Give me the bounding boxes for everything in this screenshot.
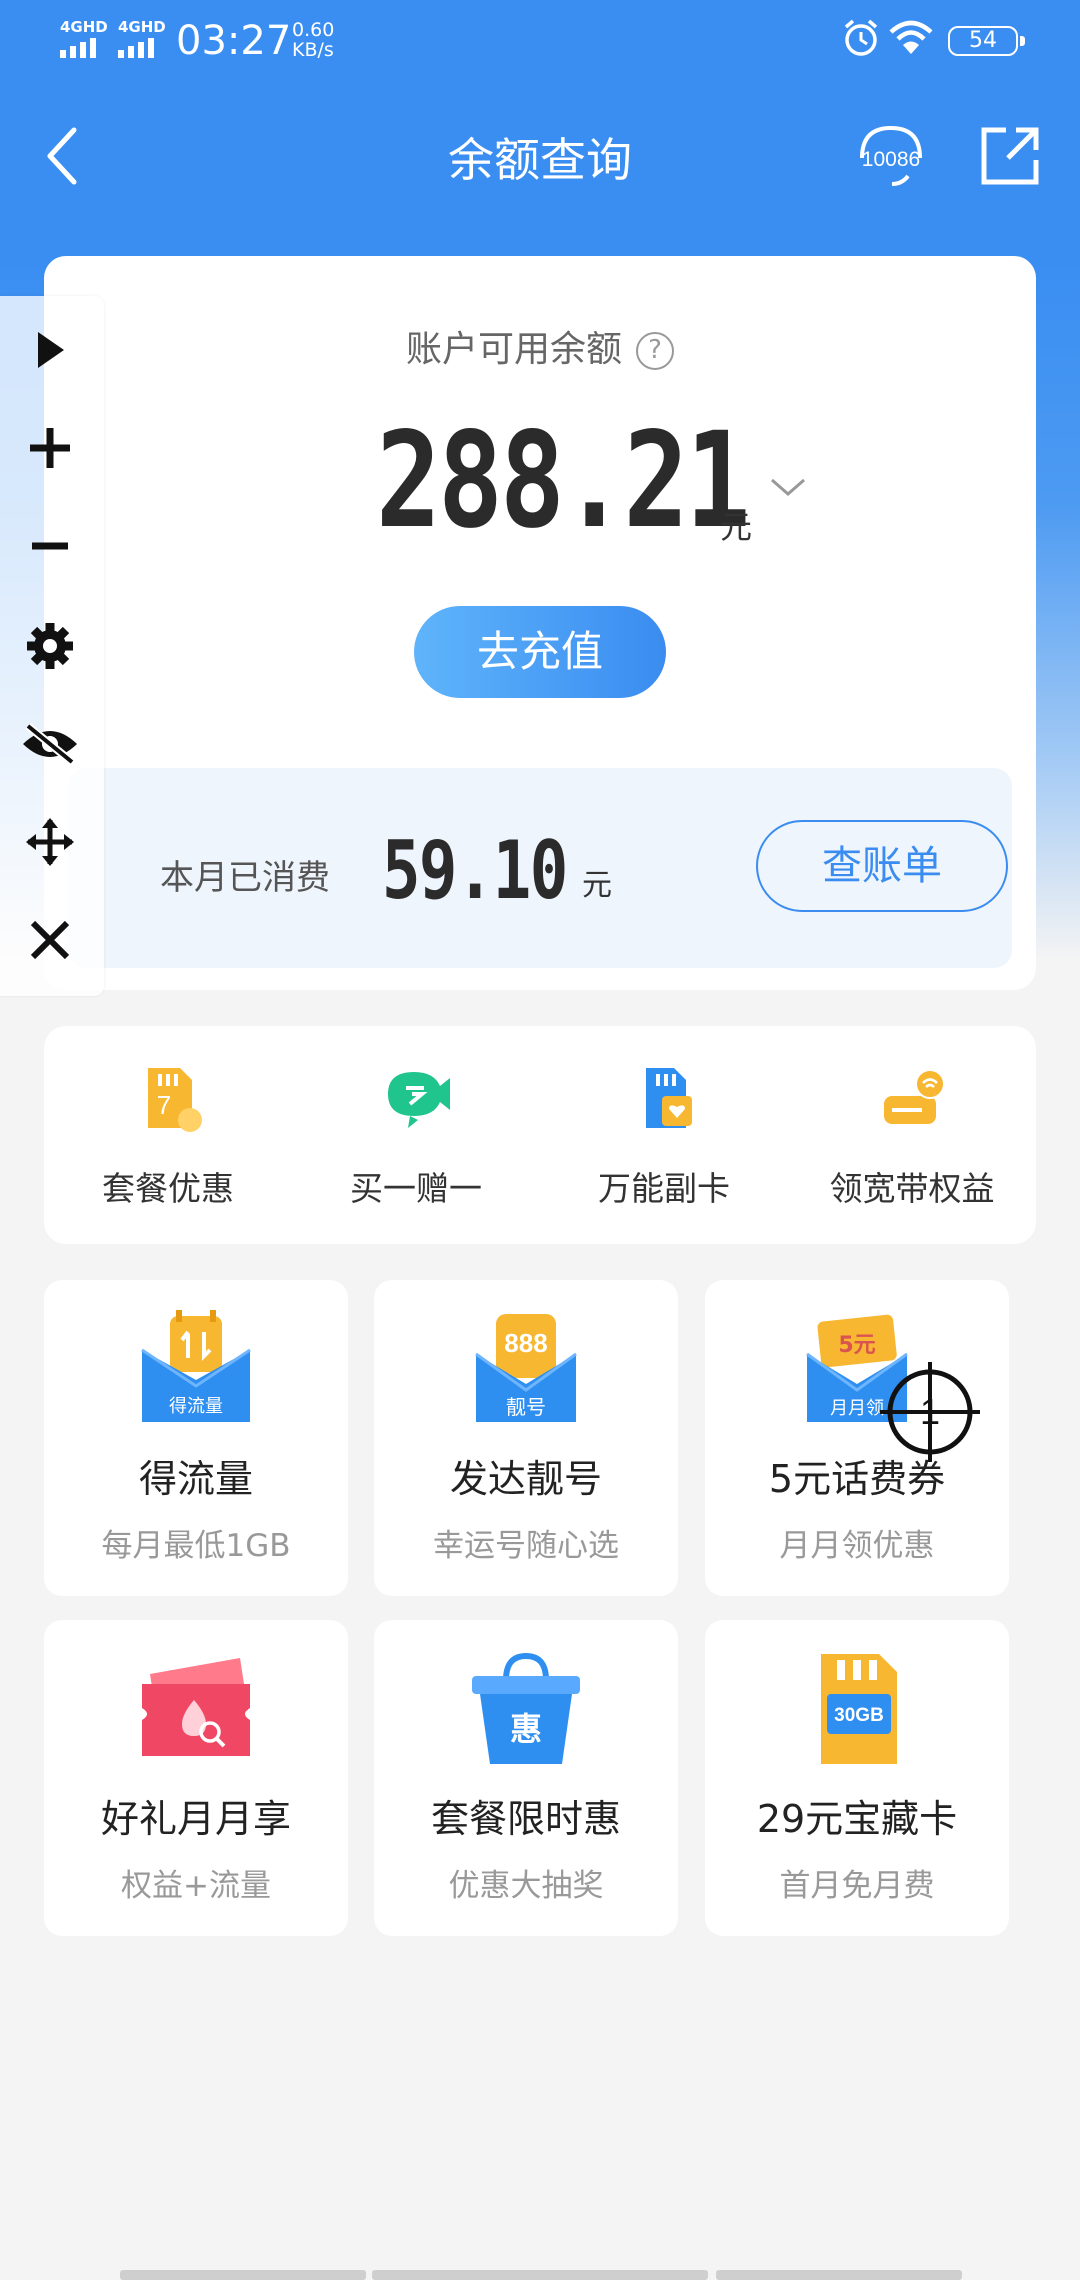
quick-link-broadband-rights[interactable]: 领宽带权益: [788, 1026, 1036, 1244]
tile-title: 发达靓号: [449, 1457, 602, 1501]
share-arrow-icon: [1006, 127, 1039, 160]
sim-discount-badge: 7: [157, 1090, 171, 1120]
move-arrows-icon: [26, 818, 74, 866]
tile-icon-text: 靓号: [506, 1395, 546, 1419]
zoom-in-button[interactable]: [18, 416, 82, 480]
broadband-router-icon: [884, 1069, 945, 1124]
tile-subtitle: 首月免月费: [779, 1868, 935, 1904]
tile-get-data[interactable]: 得流量 得流量 每月最低1GB: [44, 1280, 348, 1596]
tile-title: 好礼月月享: [100, 1797, 291, 1841]
view-bill-button[interactable]: 查账单: [756, 820, 1008, 912]
hotline-number: 10086: [862, 148, 920, 171]
quick-links-panel: 7 套餐优惠 买一赠一 万能副卡 领宽带权益: [44, 1026, 1036, 1244]
battery-indicator: 54: [948, 26, 1025, 56]
tile-subtitle: 每月最低1GB: [101, 1528, 291, 1564]
data-envelope-icon: 得流量: [141, 1310, 251, 1422]
quick-link-package-discount[interactable]: 7 套餐优惠: [44, 1026, 292, 1244]
lucky-number-icon: 888 靓号: [475, 1314, 577, 1422]
monthly-spend-unit: 元: [582, 868, 612, 903]
quick-link-label: 领宽带权益: [829, 1169, 995, 1208]
gesture-bar-right: [716, 2270, 962, 2280]
hide-button[interactable]: [18, 712, 82, 776]
balance-label: 账户可用余额: [405, 329, 622, 370]
tile-monthly-gifts[interactable]: 好礼月月享 权益+流量: [44, 1620, 348, 1936]
gift-fish-icon: [388, 1072, 450, 1128]
tile-subtitle: 权益+流量: [121, 1868, 271, 1904]
tile-title: 29元宝藏卡: [756, 1797, 958, 1841]
sim-heart-icon: [646, 1068, 692, 1128]
eye-off-icon: [23, 722, 77, 766]
zoom-out-button[interactable]: [18, 514, 82, 578]
help-icon[interactable]: ?: [636, 332, 674, 370]
tile-icon-text: 惠: [510, 1710, 542, 1748]
clock: 03:27: [176, 18, 292, 64]
tile-limited-package[interactable]: 惠 套餐限时惠 优惠大抽奖: [374, 1620, 678, 1936]
move-button[interactable]: [18, 810, 82, 874]
plus-icon: [30, 428, 70, 468]
signal-2-type: 4GHD: [118, 18, 166, 36]
customer-service-button[interactable]: 10086: [852, 122, 930, 192]
signal-1-icon: [60, 38, 96, 58]
close-icon: [30, 920, 70, 960]
share-button[interactable]: [978, 124, 1042, 188]
floating-toolbar: [0, 296, 104, 996]
tile-icon-badge: 888: [504, 1328, 547, 1358]
tile-title: 套餐限时惠: [430, 1797, 621, 1841]
monthly-spend-amount: 59.10: [382, 824, 568, 917]
quick-link-label: 万能副卡: [598, 1169, 730, 1208]
balance-amount: 288.21: [376, 404, 751, 558]
tile-subtitle: 幸运号随心选: [433, 1528, 619, 1564]
balance-unit: 元: [720, 508, 753, 546]
shopping-basket-icon: 惠: [472, 1652, 580, 1764]
settings-button[interactable]: [18, 614, 82, 678]
touch-crosshair-icon: 1: [880, 1362, 980, 1462]
recharge-button[interactable]: 去充值: [414, 606, 666, 698]
gesture-bar-center: [372, 2270, 708, 2280]
sim-discount-icon: 7: [148, 1068, 202, 1132]
tile-icon-text: 得流量: [169, 1396, 223, 1417]
minus-icon: [32, 542, 68, 550]
quick-link-buy-one-get-one[interactable]: 买一赠一: [292, 1026, 540, 1244]
tile-icon-text: 30GB: [834, 1705, 884, 1726]
tile-title: 得流量: [138, 1457, 253, 1501]
network-speed-value: 0.60: [292, 19, 335, 41]
gear-icon: [27, 623, 73, 669]
monthly-spend-panel: 本月已消费 59.10 元 查账单: [68, 768, 1012, 968]
play-button[interactable]: [18, 318, 82, 382]
chevron-down-icon[interactable]: [768, 474, 808, 502]
network-speed-unit: KB/s: [292, 39, 334, 61]
tile-subtitle: 优惠大抽奖: [448, 1868, 604, 1904]
quick-link-universal-sub-card[interactable]: 万能副卡: [540, 1026, 788, 1244]
monthly-spend-label: 本月已消费: [160, 858, 330, 898]
tile-icon-badge: 5元: [838, 1333, 875, 1358]
quick-link-label: 买一赠一: [350, 1169, 482, 1208]
gift-ticket-icon: [142, 1658, 250, 1756]
headset-icon: 10086: [860, 125, 922, 186]
network-speed: 0.60 KB/s: [292, 20, 334, 60]
tile-subtitle: 月月领优惠: [779, 1528, 935, 1564]
app-header: 余额查询 10086: [0, 100, 1080, 210]
status-bar: 4GHD 4GHD 03:27 0.60 KB/s 54: [0, 0, 1080, 90]
tile-icon-text: 月月领: [830, 1398, 884, 1419]
signal-2-icon: [118, 38, 154, 58]
quick-link-label: 套餐优惠: [102, 1169, 234, 1208]
balance-card: 账户可用余额? 288.21 元 去充值 本月已消费 59.10 元 查账单: [44, 256, 1036, 990]
alarm-icon: [844, 19, 878, 56]
close-toolbar-button[interactable]: [18, 908, 82, 972]
tile-29-yuan-card[interactable]: 30GB 29元宝藏卡 首月免月费: [705, 1620, 1009, 1936]
wifi-icon: [889, 20, 933, 54]
sim-30gb-icon: 30GB: [821, 1654, 897, 1764]
balance-label-row: 账户可用余额?: [44, 320, 1036, 372]
play-icon: [38, 332, 64, 368]
gesture-bar-left: [120, 2270, 366, 2280]
signal-1-type: 4GHD: [60, 18, 108, 36]
crosshair-label: 1: [920, 1391, 940, 1432]
tile-lucky-number[interactable]: 888 靓号 发达靓号 幸运号随心选: [374, 1280, 678, 1596]
